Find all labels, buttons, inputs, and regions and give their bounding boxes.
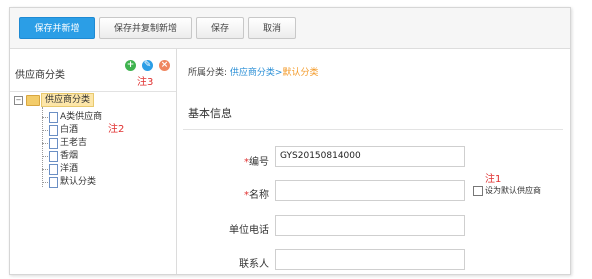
tree-connector — [42, 107, 43, 187]
contact-field[interactable] — [275, 249, 465, 270]
contact-label: 联系人 — [239, 259, 269, 270]
section-title: 基本信息 — [188, 107, 232, 120]
breadcrumb-current: 默认分类 — [282, 68, 319, 78]
name-field[interactable] — [275, 180, 465, 201]
annotation-note-2: 注2 — [108, 124, 125, 135]
delete-icon[interactable]: × — [159, 60, 170, 71]
tree-root-label: 供应商分类 — [41, 93, 95, 107]
tree-item-label: 王老吉 — [60, 138, 88, 148]
folder-icon — [26, 95, 40, 106]
annotation-note-1: 注1 — [485, 174, 502, 185]
default-supplier-checkbox[interactable] — [473, 186, 483, 196]
document-icon — [49, 138, 58, 149]
phone-label: 单位电话 — [229, 225, 269, 236]
breadcrumb-parent-link[interactable]: 供应商分类> — [230, 68, 283, 78]
breadcrumb: 所属分类: 供应商分类>默认分类 — [188, 65, 318, 78]
document-icon — [49, 164, 58, 175]
tree-collapse-toggle[interactable]: − — [14, 96, 23, 105]
save-copy-new-button[interactable]: 保存并复制新增 — [99, 17, 192, 39]
save-and-new-button[interactable]: 保存并新增 — [19, 17, 95, 39]
document-icon — [49, 177, 58, 188]
basic-info-section: 基本信息 — [183, 99, 563, 130]
tree-item-label: A类供应商 — [60, 112, 103, 122]
detail-panel: 所属分类: 供应商分类>默认分类 基本信息 *编号 GYS20150814000… — [177, 49, 570, 274]
edit-icon[interactable]: ✎ — [142, 60, 153, 71]
code-field[interactable]: GYS20150814000 — [275, 146, 465, 167]
default-supplier-label: 设为默认供应商 — [485, 186, 541, 195]
save-button[interactable]: 保存 — [196, 17, 244, 39]
tree-item-label: 白酒 — [60, 125, 79, 135]
add-icon[interactable]: + — [125, 60, 136, 71]
document-icon — [49, 151, 58, 162]
breadcrumb-prefix: 所属分类: — [188, 68, 228, 78]
code-label: *编号 — [244, 157, 269, 168]
name-label: *名称 — [244, 190, 269, 201]
supplier-editor-window: 保存并新增 保存并复制新增 保存 取消 供应商分类 + ✎ × 注3 − 供应商… — [9, 7, 571, 275]
category-panel-header: 供应商分类 + ✎ × 注3 — [10, 49, 176, 92]
document-icon — [49, 125, 58, 136]
cancel-button[interactable]: 取消 — [248, 17, 296, 39]
document-icon — [49, 112, 58, 123]
toolbar: 保存并新增 保存并复制新增 保存 取消 — [10, 8, 570, 49]
tree-item-label: 洋酒 — [60, 164, 79, 174]
tree-item-label: 香烟 — [60, 151, 79, 161]
annotation-note-3: 注3 — [137, 77, 154, 88]
category-panel: 供应商分类 + ✎ × 注3 − 供应商分类 A类供应商 白酒 王老吉 香烟 洋… — [10, 49, 177, 274]
phone-field[interactable] — [275, 215, 465, 236]
category-panel-title: 供应商分类 — [15, 70, 65, 81]
tree-item-label: 默认分类 — [60, 177, 97, 187]
